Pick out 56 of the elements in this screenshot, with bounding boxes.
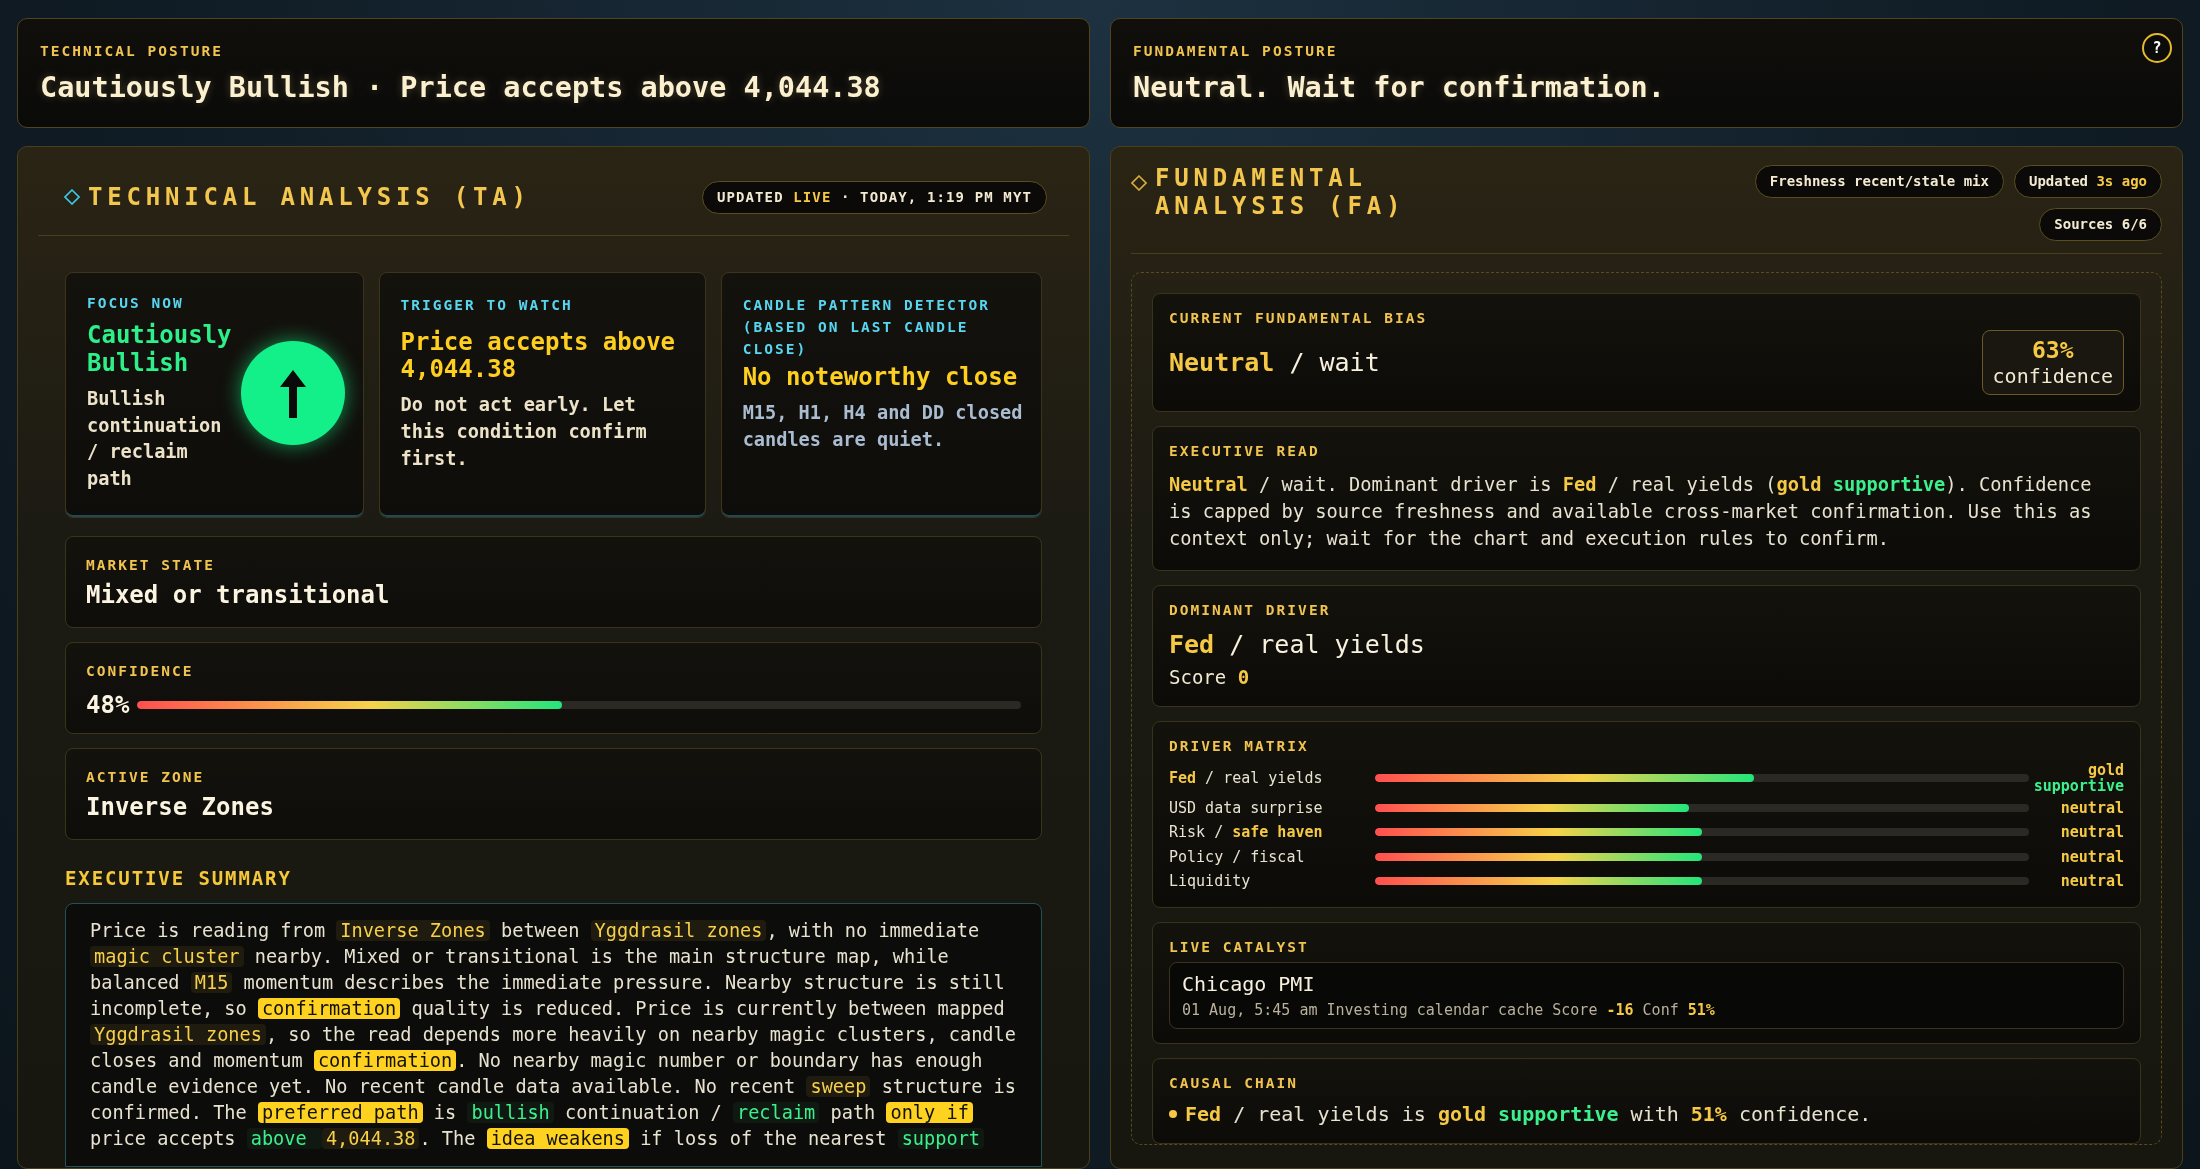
card-label: CURRENT FUNDAMENTAL BIAS [1169, 309, 1429, 328]
card-text: Bullish continuation / reclaim path [87, 386, 223, 492]
market-state-value: Mixed or transitional [86, 579, 391, 611]
driver-score: Score 0 [1169, 665, 1251, 691]
confidence-value: 63% [2031, 336, 2075, 365]
chain-text: Fed / real yields is gold supportive with 51% confidence. [1185, 1100, 1872, 1128]
card-label: LIVE CATALYST [1169, 937, 1310, 957]
driver-label: Fed / real yields [1169, 767, 1324, 789]
driver-reading: gold supportive [2032, 761, 2124, 795]
card-label: MARKET STATE [86, 556, 217, 575]
card-label: EXECUTIVE READ [1169, 442, 1321, 462]
status-badge: Updated 3s ago [2014, 165, 2162, 198]
card-label: DRIVER MATRIX [1169, 736, 1310, 756]
card-label: FOCUS NOW [87, 293, 185, 313]
card-text: M15, H1, H4 and DD closed candles are quiet. [742, 400, 1024, 452]
card-title: No noteworthy close [742, 364, 1019, 392]
driver-label: Liquidity [1169, 871, 1252, 893]
card-label: CONFIDENCE [86, 662, 195, 681]
driver-reading: neutral [2059, 873, 2124, 890]
help-button[interactable]: ? [2142, 33, 2172, 63]
card-label: DOMINANT DRIVER [1169, 601, 1332, 621]
posture-label: FUNDAMENTAL POSTURE [1133, 42, 1338, 61]
driver-reading: neutral [2059, 824, 2124, 841]
bias-value: Neutral / wait [1169, 346, 1380, 379]
driver-value: Fed / real yields [1169, 628, 1426, 661]
updated-badge: UPDATED LIVE · TODAY, 1:19 PM MYT [701, 180, 1047, 214]
driver-label: USD data surprise [1169, 797, 1324, 819]
status-badge: Sources 6/6 [2039, 208, 2162, 241]
posture-headline: Cautiously Bullish · Price accepts above 4,044.38 [40, 69, 881, 106]
confidence-label: confidence [1992, 364, 2113, 389]
card-label: CAUSAL CHAIN [1169, 1073, 1300, 1093]
section-heading: EXECUTIVE SUMMARY [65, 866, 293, 891]
confidence-value: 48% [86, 689, 130, 721]
driver-label: Policy / fiscal [1169, 846, 1306, 868]
card-title: Price accepts above 4,044.38 [400, 328, 677, 384]
card-text: Do not act early. Let this condition confirm first. [400, 392, 648, 471]
panel-title: FUNDAMENTAL ANALYSIS (FA) [1155, 165, 1407, 221]
driver-label: Risk / safe haven [1169, 822, 1324, 844]
summary-text: Price is reading from Inverse Zones between Yggdrasil zones , with no immediate magic cluster nearby. Mixed or transitional is the main structure map, while balanced M15 momentum describes the immediate pressure. Nearby structure is still incomplete, so confirmation quality is reduced. Price is currently between mapped Yggdrasil zones , so the read depends more heavily on nearby magic clusters, candle closes and momentum confirmation . No nearby magic number or boundary has enough candle evidence yet. No recent candle data available. No recent sweep structure is confirmed. The preferred path is bullish continuation / reclaim path only if price accepts above 4,044.38 . The idea weakens if loss of the nearest support [90, 918, 1017, 1151]
driver-reading: neutral [2059, 848, 2124, 866]
diamond-icon [64, 189, 80, 205]
panel-title: TECHNICAL ANALYSIS (TA) [88, 182, 531, 213]
card-title: Cautiously Bullish [87, 322, 232, 378]
diamond-icon [1131, 175, 1147, 191]
catalyst-title: Chicago PMI [1182, 971, 1316, 999]
card-label: TRIGGER TO WATCH [400, 296, 574, 315]
catalyst-meta: 01 Aug, 5:45 am Investing calendar cache Score -16 Conf 51% [1182, 1000, 1716, 1022]
posture-headline: Neutral. Wait for confirmation. [1133, 69, 1665, 106]
driver-reading: neutral [2059, 799, 2124, 817]
card-label: ACTIVE ZONE [86, 768, 206, 787]
executive-read-text: Neutral / wait. Dominant driver is Fed / real yields (gold supportive). Confidence is capped by source freshness and available cross-market confirmation. Use this as context only; wait for the chart and execution rules to confirm. [1169, 473, 2093, 552]
active-zone-value: Inverse Zones [86, 791, 275, 823]
bullet-dot [1169, 1109, 1177, 1118]
posture-label: TECHNICAL POSTURE [40, 42, 223, 61]
status-badge: Freshness recent/stale mix [1754, 165, 2004, 198]
card-label: CANDLE PATTERN DETECTOR (BASED ON LAST CANDLE CLOSE) [742, 296, 992, 359]
